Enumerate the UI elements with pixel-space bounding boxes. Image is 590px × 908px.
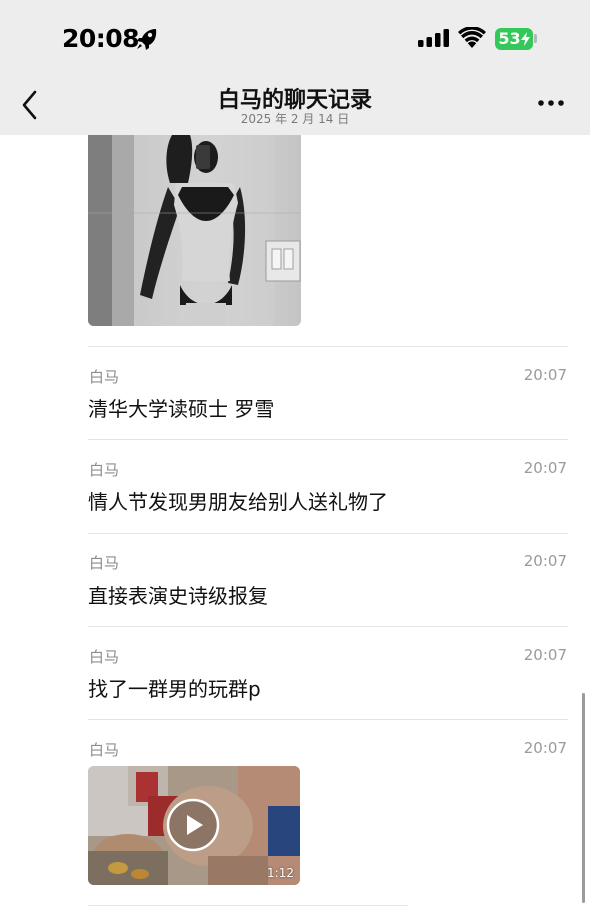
message-time: 20:07: [523, 739, 567, 757]
battery-icon: 53: [495, 28, 533, 50]
signal-icon: [418, 29, 449, 47]
status-time: 20:08: [62, 24, 140, 53]
rocket-icon: [137, 29, 157, 50]
message-text[interactable]: 直接表演史诗级报复: [88, 580, 268, 609]
image-message[interactable]: [88, 135, 301, 326]
page-subtitle: 2025 年 2 月 14 日: [240, 112, 350, 126]
message-sender: 白马: [89, 741, 120, 759]
message-text[interactable]: 清华大学读硕士 罗雪: [88, 393, 274, 422]
status-bar: 20:08 53: [0, 0, 590, 68]
message-divider: [88, 905, 408, 906]
message-divider: [88, 533, 568, 534]
message-time: 20:07: [523, 646, 567, 664]
message-divider: [88, 626, 568, 627]
message-text[interactable]: 找了一群男的玩群p: [88, 673, 261, 702]
scrollbar[interactable]: [582, 693, 585, 903]
message-sender: 白马: [89, 648, 120, 666]
photo-image: [88, 135, 301, 326]
battery-level: 53: [498, 29, 521, 48]
nav-bar: 白马的聊天记录 2025 年 2 月 14 日: [0, 68, 590, 135]
video-message[interactable]: 1:12: [88, 766, 300, 885]
message-sender: 白马: [89, 554, 120, 572]
message-divider: [88, 719, 568, 720]
battery-cap: [534, 34, 537, 43]
message-sender: 白马: [89, 368, 120, 386]
message-divider: [88, 439, 568, 440]
bolt-icon: [520, 32, 530, 46]
wifi-icon: [458, 27, 486, 48]
message-time: 20:07: [523, 366, 567, 384]
more-button[interactable]: [536, 96, 566, 110]
message-divider: [88, 346, 568, 347]
play-button[interactable]: [166, 798, 220, 852]
video-duration: 1:12: [267, 866, 294, 880]
message-time: 20:07: [523, 459, 567, 477]
message-time: 20:07: [523, 552, 567, 570]
message-sender: 白马: [89, 461, 120, 479]
message-text[interactable]: 情人节发现男朋友给别人送礼物了: [88, 486, 388, 515]
